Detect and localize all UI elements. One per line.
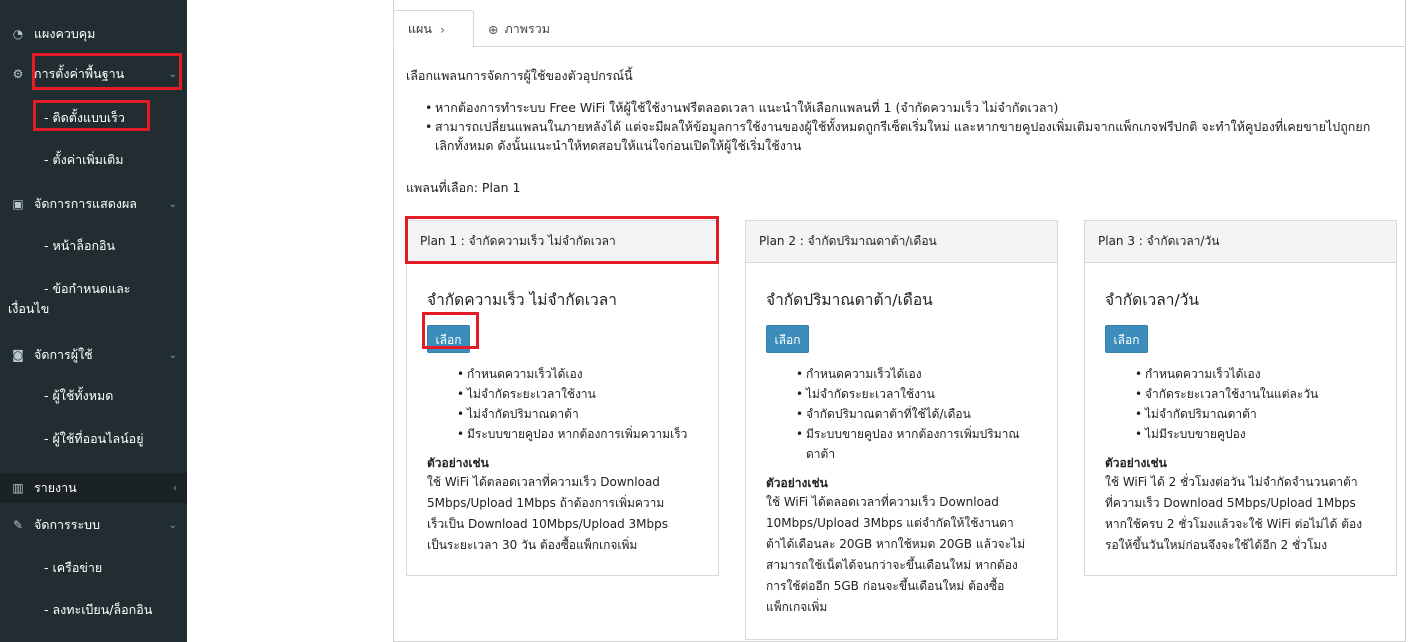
sidebar-item-all-users[interactable]: - ผู้ใช้ทั้งหมด [0, 386, 187, 406]
plan-card-title: จำกัดเวลา/วัน [1105, 291, 1199, 309]
sidebar-item-login-page[interactable]: - หน้าล็อกอิน [0, 236, 187, 256]
plan-card-title: จำกัดความเร็ว ไม่จำกัดเวลา [427, 291, 617, 309]
sidebar-item-online-users[interactable]: - ผู้ใช้ที่ออนไลน์อยู่ [0, 429, 187, 449]
feature-item: ไม่จำกัดระยะเวลาใช้งาน [457, 384, 698, 404]
example-text: ใช้ WiFi ได้ 2 ชั่วโมงต่อวัน ไม่จำกัดจำน… [1105, 472, 1376, 556]
sidebar-item-label: จัดการผู้ใช้ [34, 347, 93, 362]
chevron-down-icon: ⌄ [168, 349, 177, 361]
plan-card-3: Plan 3 : จำกัดเวลา/วัน จำกัดเวลา/วัน เลื… [1084, 220, 1397, 576]
example-line: 10Mbps/Upload 3Mbps แต่จำกัดให้ใช้งานดา [766, 516, 1014, 530]
sidebar-item-basic-settings[interactable]: ⚙ การตั้งค่าพื้นฐาน ⌄ [0, 64, 187, 84]
feature-item: จำกัดระยะเวลาใช้งานในแต่ละวัน [1135, 384, 1376, 404]
sidebar: ◔ แผงควบคุม ⚙ การตั้งค่าพื้นฐาน ⌄ - ติดต… [0, 0, 187, 642]
feature-item: ไม่มีระบบขายคูปอง [1135, 424, 1376, 444]
sidebar-item-system[interactable]: ✎ จัดการระบบ ⌄ [0, 515, 187, 535]
tab-label: แผน [408, 21, 432, 36]
example-line: การใช้ต่ออีก 5GB ก่อนจะขึ้นเดือนใหม่ ต้อ… [766, 579, 1005, 593]
selected-plan-text: แพลนที่เลือก: Plan 1 [406, 180, 521, 195]
plan-card-header: Plan 2 : จำกัดปริมาณดาต้า/เดือน [746, 221, 1057, 263]
feature-item: กำหนดความเร็วได้เอง [796, 364, 1037, 384]
sidebar-item-dashboard[interactable]: ◔ แผงควบคุม [0, 24, 187, 44]
feature-item-cont: ดาต้า [806, 447, 836, 461]
chevron-left-icon: ‹ [173, 482, 177, 494]
feature-list: กำหนดความเร็วได้เอง ไม่จำกัดระยะเวลาใช้ง… [457, 364, 698, 444]
example-line: แพ็กเกจเพิ่ม [766, 600, 828, 614]
feature-list: กำหนดความเร็วได้เอง จำกัดระยะเวลาใช้งานใ… [1135, 364, 1376, 444]
bar-chart-icon: ▥ [12, 481, 24, 495]
tab-label: ภาพรวม [504, 21, 550, 36]
sidebar-item-label: จัดการการแสดงผล [34, 196, 137, 211]
example-line: ที่ความเร็ว Download 5Mbps/Upload 1Mbps [1105, 496, 1356, 510]
example-line: ใช้ WiFi ได้ 2 ชั่วโมงต่อวัน ไม่จำกัดจำน… [1105, 475, 1358, 489]
image-icon: ▣ [12, 197, 24, 211]
note-item-cont: เลิกทั้งหมด ดังนั้นแนะนำให้ทดสอบให้แน่ใจ… [435, 138, 802, 153]
sidebar-item-terms-cont[interactable]: เงื่อนไข [0, 299, 187, 319]
example-line: สามารถใช้เน็ตได้จนกว่าจะขึ้นเดือนใหม่ หา… [766, 558, 1018, 572]
sidebar-item-label: รายงาน [34, 480, 77, 495]
user-card-icon: ◙ [12, 348, 24, 362]
tab-overview[interactable]: ⊕ ภาพรวม [474, 10, 566, 48]
chevron-right-icon: › [439, 21, 445, 37]
chevron-down-icon: ⌄ [168, 519, 177, 531]
example-line: หากใช้ครบ 2 ชั่วโมงแล้วจะใช้ WiFi ต่อไม่… [1105, 517, 1363, 531]
feature-item: มีระบบขายคูปอง หากต้องการเพิ่มความเร็ว [457, 424, 698, 444]
plan-card-1: Plan 1 : จำกัดความเร็ว ไม่จำกัดเวลา จำกั… [406, 220, 719, 576]
select-plan-1-button[interactable]: เลือก [427, 325, 470, 353]
feature-item: ไม่จำกัดระยะเวลาใช้งาน [796, 384, 1037, 404]
example-line: รอให้ขึ้นวันใหม่ก่อนจึงจะใช้ได้อีก 2 ชั่… [1105, 538, 1328, 552]
plan-card-header: Plan 1 : จำกัดความเร็ว ไม่จำกัดเวลา [407, 221, 718, 263]
sidebar-item-users[interactable]: ◙ จัดการผู้ใช้ ⌄ [0, 345, 187, 365]
notes-list: หากต้องการทำระบบ Free WiFi ให้ผู้ใช้ใช้ง… [425, 98, 1400, 155]
wrench-icon: ✎ [12, 518, 24, 532]
crosshair-icon: ⊕ [488, 21, 499, 37]
plan-card-2: Plan 2 : จำกัดปริมาณดาต้า/เดือน จำกัดปริ… [745, 220, 1058, 640]
example-line: ต้าได้เดือนละ 20GB หากใช้หมด 20GB แล้วจะ… [766, 537, 1026, 551]
chevron-down-icon: ⌄ [168, 68, 177, 80]
feature-list: กำหนดความเร็วได้เอง ไม่จำกัดระยะเวลาใช้ง… [796, 364, 1037, 464]
example-line: เป็นระยะเวลา 30 วัน ต้องซื้อแพ็กเกจเพิ่ม [427, 538, 638, 552]
gear-icon: ⚙ [12, 67, 24, 81]
example-line: เร็วเป็น Download 10Mbps/Upload 3Mbps [427, 517, 668, 531]
feature-item: กำหนดความเร็วได้เอง [1135, 364, 1376, 384]
sidebar-item-display[interactable]: ▣ จัดการการแสดงผล ⌄ [0, 194, 187, 214]
example-line: 5Mbps/Upload 1Mbps ถ้าต้องการเพิ่มความ [427, 496, 665, 510]
sidebar-item-more-settings[interactable]: - ตั้งค่าเพิ่มเติม [0, 150, 187, 170]
sidebar-item-label: แผงควบคุม [34, 26, 96, 41]
sidebar-item-terms[interactable]: - ข้อกำหนดและ [0, 279, 187, 299]
example-title: ตัวอย่างเช่น [1105, 456, 1167, 470]
sidebar-item-network[interactable]: - เครือข่าย [0, 558, 187, 578]
example-title: ตัวอย่างเช่น [766, 476, 828, 490]
note-item: หากต้องการทำระบบ Free WiFi ให้ผู้ใช้ใช้ง… [425, 98, 1400, 117]
example-line: ใช้ WiFi ได้ตลอดเวลาที่ความเร็ว Download [766, 495, 999, 509]
note-item: สามารถเปลี่ยนแพลนในภายหลังได้ แต่จะมีผลใ… [425, 117, 1400, 136]
plan-card-title: จำกัดปริมาณดาต้า/เดือน [766, 291, 933, 309]
example-line: ใช้ WiFi ได้ตลอดเวลาที่ความเร็ว Download [427, 475, 660, 489]
select-plan-3-button[interactable]: เลือก [1105, 325, 1148, 353]
example-title: ตัวอย่างเช่น [427, 456, 489, 470]
feature-item: จำกัดปริมาณดาต้าที่ใช้ได้/เดือน [796, 404, 1037, 424]
sidebar-item-label: จัดการระบบ [34, 517, 101, 532]
sidebar-item-reports[interactable]: ▥ รายงาน ‹ [0, 473, 187, 503]
feature-item: กำหนดความเร็วได้เอง [457, 364, 698, 384]
sidebar-item-register-login[interactable]: - ลงทะเบียน/ล็อกอิน [0, 600, 187, 620]
select-plan-2-button[interactable]: เลือก [766, 325, 809, 353]
feature-item: ไม่จำกัดปริมาณดาต้า [457, 404, 698, 424]
dashboard-icon: ◔ [12, 27, 24, 41]
feature-item: มีระบบขายคูปอง หากต้องการเพิ่มปริมาณ [796, 424, 1037, 444]
intro-text: เลือกแพลนการจัดการผู้ใช้ของตัวอุปกรณ์นี้ [406, 68, 633, 83]
tab-plan[interactable]: แผน › [393, 10, 474, 48]
plan-card-header: Plan 3 : จำกัดเวลา/วัน [1085, 221, 1396, 263]
tab-bar: แผน › ⊕ ภาพรวม [393, 10, 1406, 48]
sidebar-item-quick-setup[interactable]: - ติดตั้งแบบเร็ว [0, 108, 187, 128]
feature-item: ไม่จำกัดปริมาณดาต้า [1135, 404, 1376, 424]
chevron-down-icon: ⌄ [168, 198, 177, 210]
example-text: ใช้ WiFi ได้ตลอดเวลาที่ความเร็ว Download… [427, 472, 698, 556]
sidebar-item-label: การตั้งค่าพื้นฐาน [34, 66, 125, 81]
example-text: ใช้ WiFi ได้ตลอดเวลาที่ความเร็ว Download… [766, 492, 1037, 618]
